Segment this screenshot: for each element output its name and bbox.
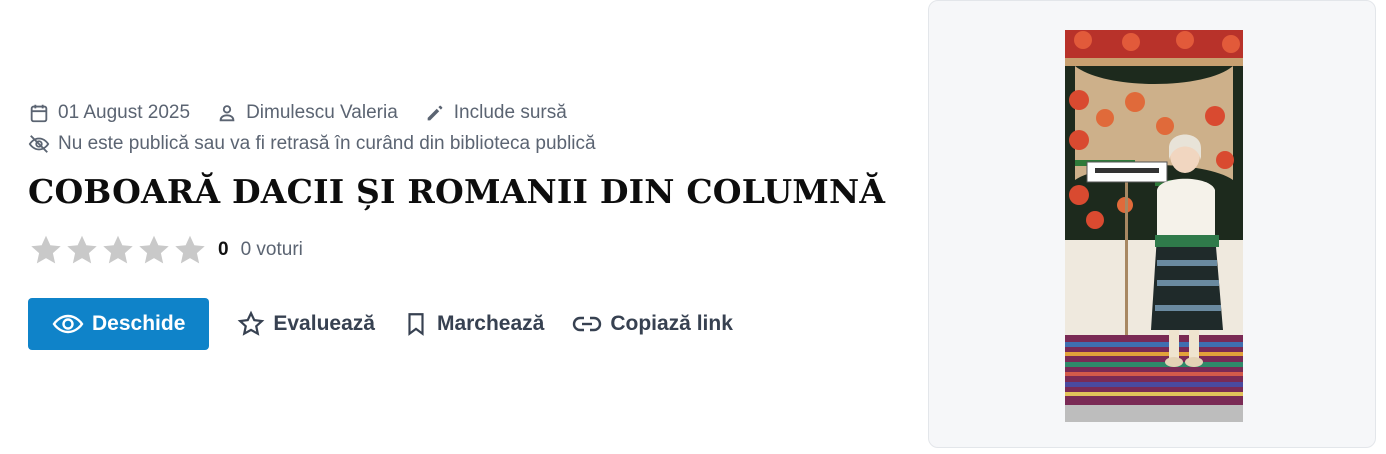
bookmark-button[interactable]: Marchează <box>403 310 544 338</box>
star-icon[interactable] <box>28 232 64 268</box>
author-name: Dimulescu Valeria <box>246 102 398 123</box>
open-button[interactable]: Deschide <box>28 298 210 350</box>
link-icon <box>573 316 602 332</box>
meta-row: 01 August 2025 Dimulescu Valeria Include… <box>28 102 593 124</box>
rate-button[interactable]: Evaluează <box>237 310 375 338</box>
action-bar: Deschide Evaluează Marchează Copiază lin… <box>28 298 733 350</box>
cover-image[interactable] <box>1065 30 1243 422</box>
source-note: Include sursă <box>453 102 567 123</box>
pencil-icon <box>427 105 443 121</box>
copy-link-button[interactable]: Copiază link <box>572 312 733 336</box>
publish-date: 01 August 2025 <box>58 102 191 123</box>
user-icon <box>219 105 235 122</box>
bookmark-button-label: Marchează <box>436 312 545 335</box>
star-icon[interactable] <box>136 232 172 268</box>
page-title: COBOARĂ DACII ȘI ROMANII DIN COLUMNĂ <box>28 172 886 211</box>
star-icon[interactable] <box>100 232 136 268</box>
source-meta: Include sursă <box>424 102 567 124</box>
star-icon[interactable] <box>172 232 208 268</box>
rate-button-label: Evaluează <box>273 312 375 335</box>
open-button-label: Deschide <box>92 312 186 335</box>
eye-off-icon <box>28 135 50 153</box>
visibility-meta: Nu este publică sau va fi retrasă în cur… <box>28 133 596 155</box>
visibility-row: Nu este publică sau va fi retrasă în cur… <box>28 133 622 155</box>
copy-link-button-label: Copiază link <box>610 312 733 335</box>
rating: 0 0 voturi <box>28 232 303 268</box>
cover-card <box>928 0 1376 448</box>
bookmark-icon <box>408 313 424 336</box>
star-icon[interactable] <box>64 232 100 268</box>
calendar-icon <box>30 104 48 123</box>
rating-votes: 0 voturi <box>240 239 303 260</box>
eye-icon <box>52 314 84 334</box>
star-outline-icon <box>238 310 265 336</box>
date-meta: 01 August 2025 <box>28 102 190 124</box>
rating-score: 0 <box>218 239 229 260</box>
visibility-note: Nu este publică sau va fi retrasă în cur… <box>58 133 596 154</box>
author-meta: Dimulescu Valeria <box>216 102 398 124</box>
